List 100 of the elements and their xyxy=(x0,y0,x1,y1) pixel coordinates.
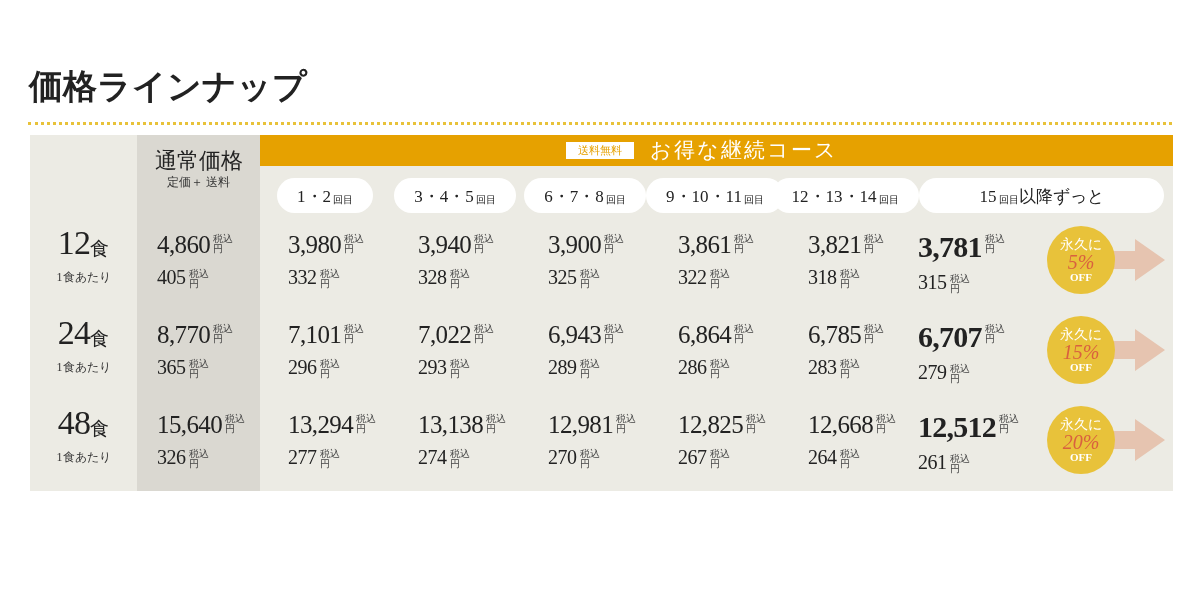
price-amount: 6,707 xyxy=(918,322,982,352)
yen-label: 円 xyxy=(709,369,721,379)
yen-label: 円 xyxy=(474,244,486,254)
tax-label: 税込 xyxy=(188,359,209,369)
price-amount: 3,781 xyxy=(918,232,982,262)
price-amount: 7,101 xyxy=(288,322,342,347)
yen-label: 円 xyxy=(486,424,496,434)
yen-label: 円 xyxy=(188,279,200,289)
price-amount: 289 xyxy=(548,357,577,377)
tax-label: 税込 xyxy=(709,269,730,279)
tax-label: 税込 xyxy=(474,324,495,334)
price-amount: 270 xyxy=(548,447,577,467)
price-amount: 3,821 xyxy=(808,232,862,257)
price-amount: 283 xyxy=(808,357,837,377)
yen-label: 円 xyxy=(949,374,961,384)
meal-count: 24 xyxy=(57,316,91,350)
tax-label: 税込 xyxy=(839,449,860,459)
price-amount: 12,825 xyxy=(678,412,743,437)
meal-count: 48 xyxy=(57,406,91,440)
tax-label: 税込 xyxy=(449,449,470,459)
tax-label: 税込 xyxy=(864,234,885,244)
yen-label: 円 xyxy=(225,424,235,434)
meal-unit: 食 xyxy=(90,419,110,438)
price-amount: 405 xyxy=(157,267,186,287)
period-pill: 1・2 回目 xyxy=(277,177,373,213)
price-amount: 6,785 xyxy=(808,322,862,347)
tax-label: 税込 xyxy=(949,274,970,284)
yen-label: 円 xyxy=(344,334,356,344)
price-amount: 277 xyxy=(288,447,317,467)
tax-label: 税込 xyxy=(319,269,340,279)
arrow-icon xyxy=(1113,329,1165,371)
price-amount: 326 xyxy=(157,447,186,467)
yen-label: 円 xyxy=(839,279,851,289)
yen-label: 円 xyxy=(213,244,225,254)
tax-label: 税込 xyxy=(449,359,470,369)
price-amount: 3,861 xyxy=(678,232,732,257)
tax-label: 税込 xyxy=(949,454,970,464)
yen-label: 円 xyxy=(449,279,461,289)
tax-label: 税込 xyxy=(356,414,376,424)
tax-label: 税込 xyxy=(999,414,1019,424)
tax-label: 税込 xyxy=(225,414,245,424)
tax-label: 税込 xyxy=(344,324,365,334)
per-meal-label: 1食あたり xyxy=(56,359,111,376)
yen-label: 円 xyxy=(709,279,721,289)
yen-label: 円 xyxy=(949,284,961,294)
per-meal-label: 1食あたり xyxy=(56,269,111,286)
price-amount: 328 xyxy=(418,267,447,287)
price-amount: 274 xyxy=(418,447,447,467)
price-amount: 7,022 xyxy=(418,322,472,347)
price-amount: 13,138 xyxy=(418,412,483,437)
meal-unit: 食 xyxy=(90,329,110,348)
yen-label: 円 xyxy=(839,369,851,379)
tax-label: 税込 xyxy=(616,414,636,424)
arrow-icon xyxy=(1113,419,1165,461)
tax-label: 税込 xyxy=(604,234,625,244)
yen-label: 円 xyxy=(449,369,461,379)
column-title: 通常価格 xyxy=(154,147,243,175)
yen-label: 円 xyxy=(319,369,331,379)
price-amount: 279 xyxy=(918,362,947,382)
tax-label: 税込 xyxy=(188,449,209,459)
tax-label: 税込 xyxy=(984,324,1005,334)
price-amount: 264 xyxy=(808,447,837,467)
tax-label: 税込 xyxy=(579,359,600,369)
period-pill: 3・4・5 回目 xyxy=(394,177,516,213)
yen-label: 円 xyxy=(949,464,961,474)
yen-label: 円 xyxy=(839,459,851,469)
tax-label: 税込 xyxy=(604,324,625,334)
discount-label: 永久に xyxy=(1060,327,1102,342)
off-label: OFF xyxy=(1070,271,1092,283)
tax-label: 税込 xyxy=(579,269,600,279)
meal-unit: 食 xyxy=(90,239,110,258)
yen-label: 円 xyxy=(474,334,486,344)
price-amount: 332 xyxy=(288,267,317,287)
price-amount: 267 xyxy=(678,447,707,467)
yen-label: 円 xyxy=(449,459,461,469)
yen-label: 円 xyxy=(734,334,746,344)
tax-label: 税込 xyxy=(449,269,470,279)
yen-label: 円 xyxy=(188,459,200,469)
discount-percent: 5% xyxy=(1067,251,1095,272)
discount-label: 永久に xyxy=(1060,237,1102,252)
yen-label: 円 xyxy=(319,459,331,469)
price-amount: 13,294 xyxy=(288,412,353,437)
tax-label: 税込 xyxy=(734,234,755,244)
price-amount: 325 xyxy=(548,267,577,287)
price-amount: 4,860 xyxy=(157,232,211,257)
yen-label: 円 xyxy=(604,244,616,254)
off-label: OFF xyxy=(1070,451,1092,463)
tax-label: 税込 xyxy=(486,414,506,424)
tax-label: 税込 xyxy=(319,449,340,459)
yen-label: 円 xyxy=(213,334,225,344)
price-amount: 318 xyxy=(808,267,837,287)
tax-label: 税込 xyxy=(984,234,1005,244)
meal-count: 12 xyxy=(57,226,91,260)
arrow-icon xyxy=(1113,239,1165,281)
tax-label: 税込 xyxy=(319,359,340,369)
yen-label: 円 xyxy=(876,424,886,434)
yen-label: 円 xyxy=(864,244,876,254)
price-amount: 6,943 xyxy=(548,322,602,347)
yen-label: 円 xyxy=(344,244,356,254)
tax-label: 税込 xyxy=(746,414,766,424)
